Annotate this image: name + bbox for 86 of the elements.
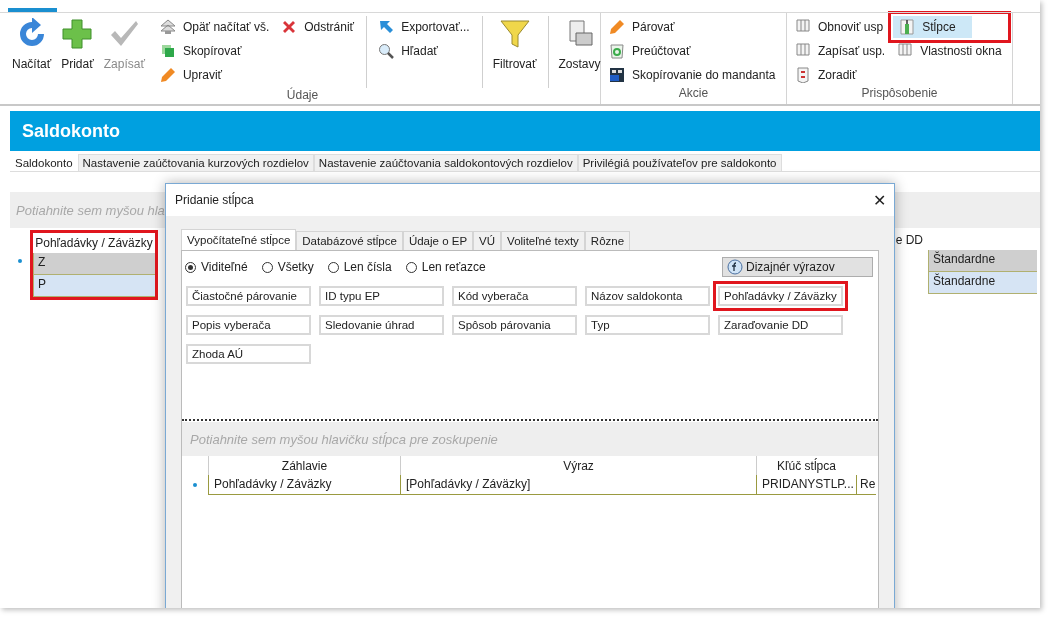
column-header[interactable]: Kľúč stĺpca [756, 456, 856, 475]
expression-designer-button[interactable]: Dizajnér výrazov [722, 257, 873, 277]
ribbon-button[interactable]: Pridať [58, 16, 97, 76]
tab[interactable]: Voliteľné texty [501, 231, 585, 250]
column-icon [899, 19, 916, 35]
ribbon-button[interactable]: Preúčtovať [605, 40, 695, 62]
table-cell: Re [860, 477, 876, 491]
radio-option[interactable]: Len čísla [327, 257, 392, 277]
group-hint: Potiahnite sem myšou hla [16, 202, 165, 218]
column-header[interactable]: e DD [895, 233, 923, 247]
column-option-button[interactable]: Pohľadávky / Záväzky [718, 286, 843, 306]
focus-dot-icon [18, 259, 22, 263]
column-option-button[interactable]: Zaraďovanie DD [718, 315, 843, 335]
column-option-button[interactable]: Typ [585, 315, 710, 335]
ribbon-button[interactable]: Párovať [605, 16, 679, 38]
radio-option[interactable]: Len reťazce [405, 257, 486, 277]
close-button[interactable]: ✕ [864, 185, 894, 215]
funnel-icon [498, 18, 531, 50]
pencil-icon [159, 67, 176, 83]
search-icon [378, 43, 395, 59]
radio-option[interactable]: Viditeľné [185, 257, 248, 277]
ribbon-button[interactable]: Zostavy [555, 16, 604, 76]
arrow-icon [378, 19, 395, 35]
radio-button[interactable] [185, 261, 196, 273]
column-option-button[interactable]: Názov saldokonta [585, 286, 710, 306]
columns-icon [795, 43, 811, 59]
tab[interactable]: VÚ [473, 231, 502, 250]
radio-button[interactable] [405, 261, 417, 273]
plus-icon [61, 18, 94, 50]
ribbon-button[interactable]: Upraviť [155, 64, 227, 86]
table-cell: P [33, 275, 155, 297]
tab[interactable]: Rôzne [584, 231, 631, 250]
radio-button[interactable] [261, 261, 273, 273]
tab[interactable]: Databázové stĺpce [296, 231, 403, 250]
group-label: Prispôsobenie [860, 86, 939, 102]
table-cell: Pohľadávky / Záväzky [214, 477, 332, 491]
ribbon-button[interactable]: Vlastnosti okna [893, 40, 1006, 62]
column-option-button[interactable]: Spôsob párovania [452, 315, 577, 335]
ribbon-button[interactable]: Zoradiť [791, 64, 861, 86]
ribbon-button[interactable]: Stĺpce [893, 16, 972, 38]
column-option-button[interactable]: Sledovanie úhrad [319, 315, 444, 335]
columns-icon [897, 43, 914, 59]
tab[interactable]: Nastavenie zaúčtovania saldokontových rozdielov [313, 154, 578, 171]
radio-option[interactable]: Všetky [261, 257, 314, 277]
pencil-icon [609, 19, 625, 35]
dialog-title: Pridanie stĺpca [175, 193, 254, 207]
radio-button[interactable] [327, 261, 339, 273]
ribbon-button[interactable]: Skopírovanie do mandanta [605, 64, 780, 86]
ribbon-button[interactable]: Obnoviť usp [791, 16, 888, 38]
ribbon-button[interactable]: Opäť načítať vš. [155, 16, 274, 38]
column-option-button[interactable]: Popis vyberača [186, 315, 311, 335]
copy-icon [159, 43, 176, 59]
table-cell: [Pohľadávky / Záväzky] [406, 477, 531, 491]
grid-icon [609, 67, 625, 83]
column-option-button[interactable]: Kód vyberača [452, 286, 577, 306]
tab[interactable]: Nastavenie zaúčtovania kurzových rozdielov [77, 154, 314, 171]
table-cell: Z [33, 253, 155, 275]
table-cell: Štandardne [928, 250, 1037, 272]
delete-icon [281, 19, 298, 35]
column-header[interactable]: Pohľadávky / Záväzky [35, 236, 153, 250]
column-header[interactable]: Výraz [400, 456, 756, 475]
tab[interactable]: Vypočítateľné stĺpce [181, 229, 297, 250]
sort-icon [795, 67, 811, 83]
column-option-button[interactable]: Zhoda AÚ [186, 344, 311, 364]
table-cell: PRIDANYSTLP... [762, 477, 854, 491]
tab[interactable]: Privilégiá používateľov pre saldokonto [577, 154, 782, 171]
columns-icon [795, 19, 811, 35]
ribbon-button[interactable]: Načítať [9, 16, 55, 76]
group-label: Údaje [285, 88, 320, 104]
group-hint: Potiahnite sem myšou hlavičku stĺpca pre zoskupenie [190, 431, 498, 447]
ribbon-button[interactable]: Exportovať... [374, 16, 474, 38]
ribbon-button[interactable]: Skopírovať [155, 40, 246, 62]
group-label: Akcie [677, 86, 710, 102]
arrows-icon [159, 19, 176, 35]
ribbon-button[interactable]: Odstrániť [277, 16, 359, 38]
ribbon-button[interactable]: Filtrovať [489, 16, 540, 76]
page-title: Saldokonto [22, 120, 120, 142]
ribbon-button[interactable]: Hľadať [374, 40, 442, 62]
ribbon-button[interactable]: Zapísať usp. [791, 40, 890, 62]
column-option-button[interactable]: ID typu EP [319, 286, 444, 306]
recycle-icon [609, 43, 625, 59]
function-icon [727, 259, 743, 275]
table-cell: Štandardne [928, 272, 1037, 294]
column-header[interactable]: Záhlavie [208, 456, 400, 475]
column-option-button[interactable]: Čiastočné párovanie [186, 286, 311, 306]
tab[interactable]: Údaje o EP [402, 231, 474, 250]
